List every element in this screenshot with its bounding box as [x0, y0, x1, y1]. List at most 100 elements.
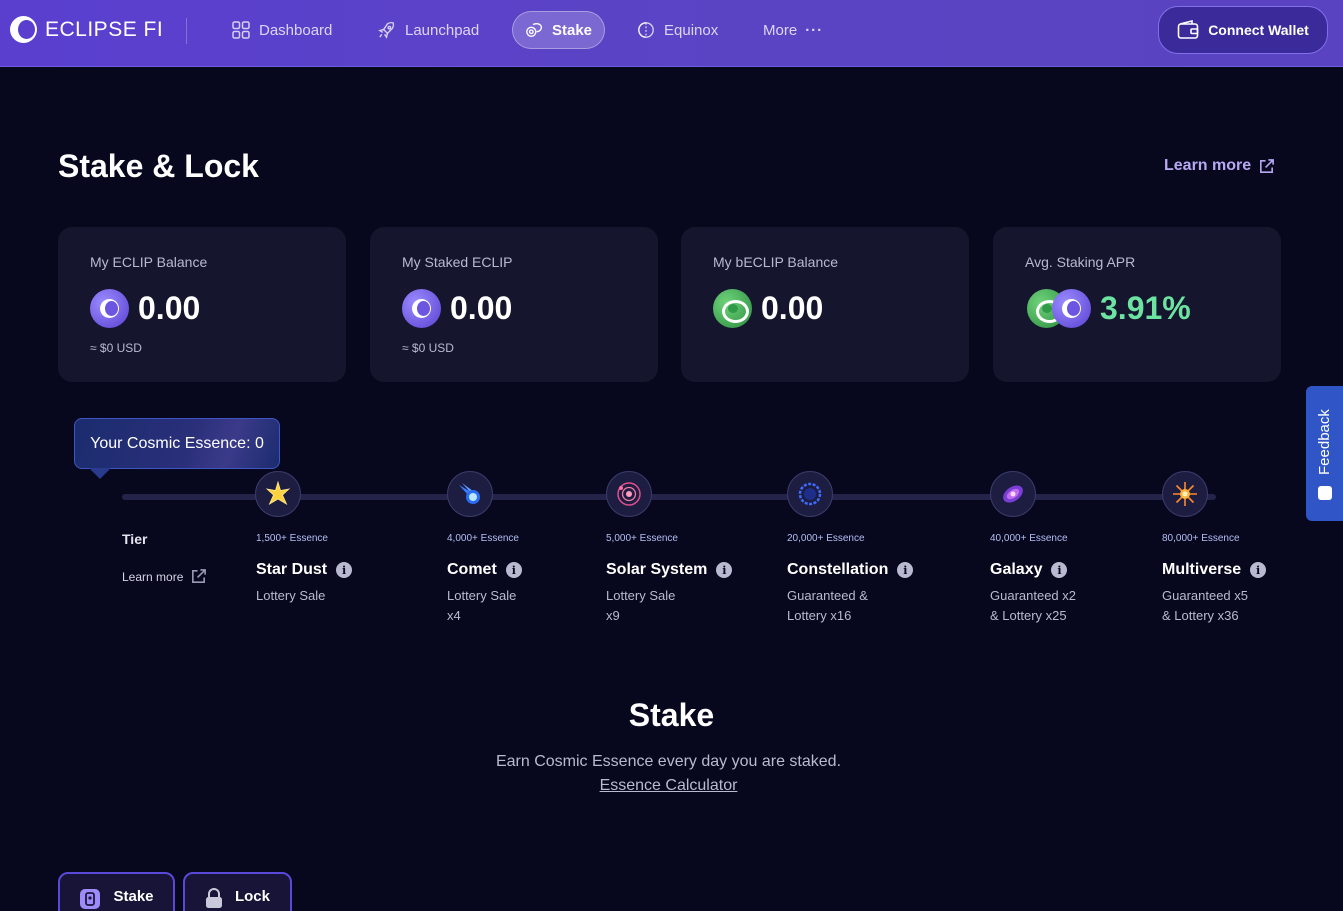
tier-name: Multiverse i [1162, 561, 1267, 579]
tier-learn-more-link[interactable]: Learn more [122, 568, 207, 585]
card-amount: 0.00 [761, 290, 824, 326]
info-icon[interactable]: i [1250, 562, 1267, 578]
tier-name-label: Solar System [606, 561, 708, 578]
tier-description: Lottery Sale x9 [606, 588, 676, 623]
tier-essence-requirement: 80,000+ Essence [1162, 533, 1240, 544]
staking-apr-card: Avg. Staking APR 3.91% [993, 227, 1281, 382]
tier-description: Guaranteed x5 & Lottery x36 [1162, 588, 1249, 623]
nav-divider [186, 18, 187, 44]
card-value: 0.00 [402, 289, 512, 328]
eclip-coin-icon [402, 289, 441, 328]
tier-essence-requirement: 20,000+ Essence [787, 533, 865, 544]
external-link-icon [1260, 158, 1275, 173]
card-usd-value: ≈ $0 USD [90, 341, 142, 355]
nav-item-stake[interactable]: Stake [512, 11, 606, 49]
apr-value: 3.91% [1100, 290, 1191, 326]
wallet-icon [1177, 20, 1199, 39]
rocket-icon [378, 21, 395, 39]
nav-label: Equinox [664, 21, 719, 39]
tier-name-label: Multiverse [1162, 561, 1242, 578]
nav-label: More [763, 21, 798, 39]
tier-node-galaxy[interactable] [990, 471, 1036, 517]
nav-item-more[interactable]: More ··· [763, 11, 823, 49]
badge-pointer [89, 468, 111, 479]
tier-name: Comet i [447, 561, 522, 579]
nav-label: Dashboard [259, 21, 333, 39]
essence-calculator-link[interactable]: Essence Calculator [0, 777, 1337, 795]
nav-item-launchpad[interactable]: Launchpad [377, 11, 479, 49]
tab-stake[interactable]: Stake [58, 872, 175, 911]
nav-item-equinox[interactable]: Equinox [637, 11, 718, 49]
card-value: 0.00 [90, 289, 200, 328]
card-label: My bECLIP Balance [713, 254, 839, 270]
stake-section-title: Stake [628, 697, 715, 733]
card-label: Avg. Staking APR [1025, 254, 1136, 270]
stake-section-subtitle: Earn Cosmic Essence every day you are st… [495, 753, 842, 770]
tier-name-label: Star Dust [256, 561, 328, 578]
brand-logo[interactable]: ECLIPSE FI [10, 16, 163, 43]
connect-wallet-label: Connect Wallet [1208, 22, 1309, 38]
tier-name-label: Comet [447, 561, 497, 578]
tier-node-comet[interactable] [447, 471, 493, 517]
comet-icon [459, 483, 480, 504]
tab-lock[interactable]: Lock [183, 872, 292, 911]
dots-icon: ··· [805, 21, 824, 39]
cosmic-essence-badge: Your Cosmic Essence: 0 [74, 418, 280, 469]
connect-wallet-button[interactable]: Connect Wallet [1158, 6, 1328, 54]
staked-eclip-card: My Staked ECLIP 0.00 ≈ $0 USD [370, 227, 658, 382]
lock-icon [205, 888, 222, 908]
eclipse-logo-icon [10, 16, 37, 43]
eclip-coin-icon [1052, 289, 1091, 328]
card-label: My Staked ECLIP [402, 254, 513, 270]
feedback-label: Feedback [1316, 409, 1333, 475]
galaxy-icon [1003, 485, 1023, 503]
tier-name-label: Constellation [787, 561, 889, 578]
solar-system-icon [617, 482, 641, 506]
equinox-icon [638, 22, 654, 38]
learn-more-label: Learn more [1164, 157, 1252, 174]
feedback-icon [1318, 486, 1332, 500]
nav-label: Stake [552, 21, 593, 39]
eclip-coin-icon [90, 289, 129, 328]
tier-description: Lottery Sale [256, 588, 326, 603]
tier-node-solar-system[interactable] [606, 471, 652, 517]
top-navbar: ECLIPSE FI Dashboard Launchpad Stake Equ… [0, 0, 1343, 67]
beclip-balance-card: My bECLIP Balance 0.00 [681, 227, 969, 382]
tier-name: Constellation i [787, 561, 914, 579]
info-icon[interactable]: i [1051, 562, 1068, 578]
nav-item-dashboard[interactable]: Dashboard [232, 11, 332, 49]
beclip-coin-icon [713, 289, 752, 328]
tier-description: Guaranteed x2 & Lottery x25 [990, 588, 1077, 623]
info-icon[interactable]: i [897, 562, 914, 578]
multiverse-icon [1173, 482, 1197, 506]
card-value: 3.91% [1027, 289, 1191, 328]
stake-icon [80, 889, 101, 909]
eclip-balance-card: My ECLIP Balance 0.00 ≈ $0 USD [58, 227, 346, 382]
card-amount: 0.00 [450, 290, 513, 326]
tier-heading: Tier [122, 531, 148, 547]
external-link-icon [192, 569, 207, 583]
tier-node-multiverse[interactable] [1162, 471, 1208, 517]
tier-node-constellation[interactable] [787, 471, 833, 517]
card-label: My ECLIP Balance [90, 254, 208, 270]
info-icon[interactable]: i [505, 562, 522, 578]
info-icon[interactable]: i [716, 562, 733, 578]
card-value: 0.00 [713, 289, 823, 328]
card-usd-value: ≈ $0 USD [402, 341, 454, 355]
tier-learn-more-label: Learn more [122, 569, 184, 584]
star-icon [265, 481, 291, 505]
info-icon[interactable]: i [336, 562, 353, 578]
tier-name-label: Galaxy [990, 561, 1043, 578]
tier-description: Guaranteed & Lottery x16 [787, 588, 868, 623]
learn-more-link[interactable]: Learn more [1164, 157, 1275, 175]
tier-name: Galaxy i [990, 561, 1068, 579]
tier-essence-requirement: 1,500+ Essence [256, 533, 328, 544]
tier-node-star-dust[interactable] [255, 471, 301, 517]
coins-icon [526, 22, 543, 37]
tier-description: Lottery Sale x4 [447, 588, 517, 623]
constellation-icon [798, 482, 822, 506]
tier-name: Star Dust i [256, 561, 353, 579]
tier-essence-requirement: 40,000+ Essence [990, 533, 1068, 544]
brand-name: ECLIPSE FI [45, 17, 164, 41]
feedback-button[interactable]: Feedback [1306, 386, 1343, 521]
